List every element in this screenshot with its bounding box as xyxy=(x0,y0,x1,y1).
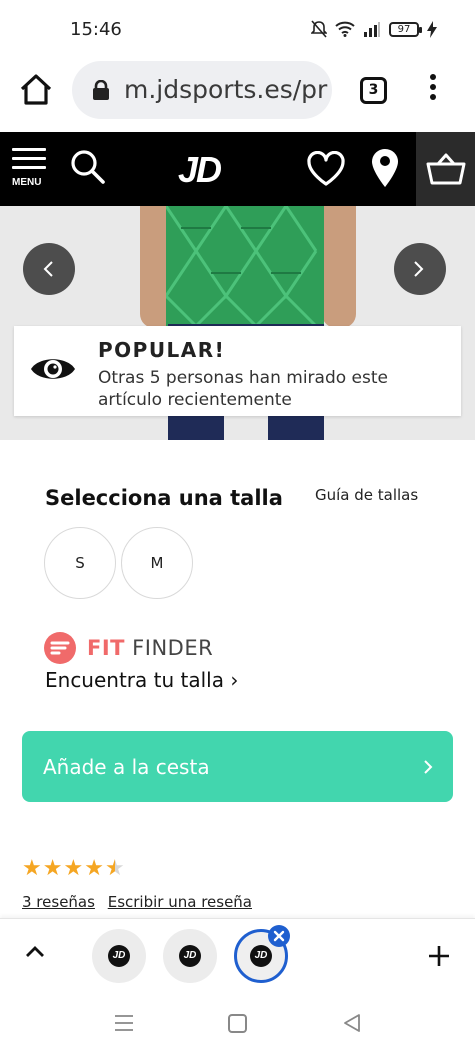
battery-icon: 97 xyxy=(389,21,422,37)
status-time: 15:46 xyxy=(70,19,122,40)
popular-banner: POPULAR! Otras 5 personas han mirado est… xyxy=(14,326,461,416)
fit-finder-logo[interactable]: FIT FINDER xyxy=(44,632,213,664)
tab-switcher-button[interactable]: 3 xyxy=(360,77,387,104)
site-header: MENU JD xyxy=(0,132,475,206)
size-option-m[interactable]: M xyxy=(121,527,193,599)
home-nav-icon[interactable] xyxy=(228,1014,247,1033)
browser-toolbar: m.jdsports.es/pr 3 xyxy=(0,58,475,132)
recent-apps-icon[interactable] xyxy=(114,1014,134,1032)
size-section-title: Selecciona una talla xyxy=(45,486,283,510)
fit-finder-fit: FIT xyxy=(87,636,125,660)
jd-logo[interactable]: JD xyxy=(178,149,222,191)
find-size-link[interactable]: Encuentra tu talla › xyxy=(45,668,238,692)
search-icon[interactable] xyxy=(70,149,106,185)
status-icons: 97 xyxy=(311,20,437,38)
chevron-up-icon[interactable] xyxy=(24,945,46,959)
star-icon: ★ xyxy=(42,856,63,881)
close-tab-button[interactable] xyxy=(268,925,290,947)
basket-icon xyxy=(426,153,466,185)
url-text: m.jdsports.es/pr xyxy=(124,75,328,104)
jd-tab-favicon: JD xyxy=(108,945,130,967)
star-icon: ★ xyxy=(84,856,104,881)
size-option-s[interactable]: S xyxy=(44,527,116,599)
product-image-carousel[interactable]: POPULAR! Otras 5 personas han mirado est… xyxy=(0,206,475,440)
url-bar[interactable]: m.jdsports.es/pr xyxy=(72,61,332,119)
home-icon[interactable] xyxy=(18,72,54,108)
wifi-icon xyxy=(335,21,355,37)
half-star-icon: ★ xyxy=(104,856,125,881)
tab-thumbnail[interactable]: JD xyxy=(92,929,146,983)
tab-thumbnail[interactable]: JD xyxy=(163,929,217,983)
chevron-right-icon xyxy=(424,760,433,774)
heart-icon[interactable] xyxy=(306,151,346,187)
reviews-links: 3 reseñas Escribir una reseña xyxy=(22,893,260,911)
basket-button[interactable] xyxy=(416,132,475,206)
eye-icon xyxy=(31,359,75,379)
back-icon[interactable] xyxy=(342,1013,362,1033)
star-icon: ★ xyxy=(63,856,84,881)
new-tab-plus-icon[interactable] xyxy=(428,945,450,967)
location-pin-icon[interactable] xyxy=(371,148,399,188)
popular-description: Otras 5 personas han mirado este artícul… xyxy=(98,368,388,410)
charging-icon xyxy=(427,20,437,38)
lock-icon xyxy=(93,80,109,100)
chevron-left-icon xyxy=(43,261,53,277)
write-review-link[interactable]: Escribir una reseña xyxy=(108,893,252,911)
fit-finder-icon xyxy=(44,632,76,664)
overflow-menu-icon[interactable] xyxy=(426,74,440,106)
browser-tab-strip: JD JD JD xyxy=(0,918,475,992)
jd-tab-favicon: JD xyxy=(179,945,201,967)
product-image xyxy=(164,206,324,329)
jd-tab-favicon: JD xyxy=(250,945,272,967)
signal-icon xyxy=(364,22,380,37)
menu-label: MENU xyxy=(12,177,42,188)
add-to-cart-button[interactable]: Añade a la cesta xyxy=(22,731,453,802)
status-bar: 15:46 97 xyxy=(0,0,475,58)
hamburger-menu-button[interactable]: MENU xyxy=(12,148,46,190)
add-to-cart-label: Añade a la cesta xyxy=(43,755,210,779)
carousel-prev-button[interactable] xyxy=(23,243,75,295)
reviews-count-link[interactable]: 3 reseñas xyxy=(22,893,95,911)
carousel-next-button[interactable] xyxy=(394,243,446,295)
close-icon xyxy=(273,930,285,942)
popular-title: POPULAR! xyxy=(98,338,226,362)
star-icon: ★ xyxy=(22,856,42,881)
mute-icon xyxy=(311,20,327,38)
fit-finder-finder: FINDER xyxy=(132,636,214,660)
size-guide-link[interactable]: Guía de tallas xyxy=(315,486,418,504)
star-rating: ★ ★ ★ ★ ★ xyxy=(22,858,125,880)
chevron-right-icon xyxy=(414,261,424,277)
system-navigation-bar xyxy=(0,992,475,1056)
